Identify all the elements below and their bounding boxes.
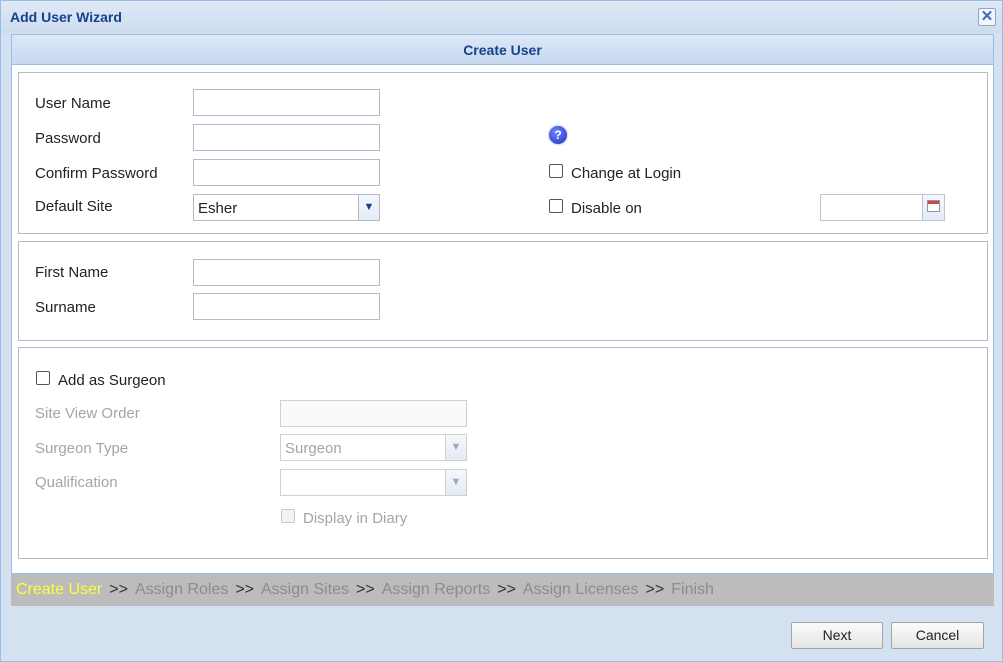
display-in-diary-checkbox[interactable]	[281, 509, 295, 523]
calendar-icon	[927, 200, 940, 212]
add-as-surgeon-checkbox[interactable]	[36, 371, 50, 385]
step-create-user[interactable]: Create User	[16, 581, 102, 598]
surgeon-fieldset: Add as Surgeon Site View Order Surgeon T…	[18, 347, 988, 559]
username-input[interactable]	[193, 89, 380, 116]
step-assign-licenses[interactable]: Assign Licenses	[523, 581, 639, 598]
password-input[interactable]	[193, 124, 380, 151]
step-separator: >>	[645, 581, 665, 598]
close-icon[interactable]: ✕	[978, 8, 996, 26]
surname-label: Surname	[35, 299, 96, 316]
first-name-input[interactable]	[193, 259, 380, 286]
surgeon-type-label: Surgeon Type	[35, 440, 129, 457]
qualification-select[interactable]: ▼	[280, 469, 467, 496]
step-assign-sites[interactable]: Assign Sites	[261, 581, 349, 598]
chevron-down-icon[interactable]: ▼	[358, 195, 379, 220]
username-label: User Name	[35, 95, 111, 112]
step-separator: >>	[109, 581, 128, 598]
site-view-order-label: Site View Order	[35, 405, 140, 422]
password-label: Password	[35, 130, 101, 147]
confirm-password-label: Confirm Password	[35, 165, 158, 182]
help-icon[interactable]: ?	[549, 126, 567, 144]
qualification-label: Qualification	[35, 474, 118, 491]
step-separator: >>	[235, 581, 254, 598]
add-user-wizard-window: Add User Wizard ✕ Create User User Name …	[0, 0, 1003, 662]
add-as-surgeon-label: Add as Surgeon	[58, 372, 166, 389]
title-bar[interactable]: Add User Wizard ✕	[1, 1, 1002, 33]
step-separator: >>	[356, 581, 375, 598]
disable-on-label: Disable on	[571, 200, 642, 217]
default-site-select[interactable]: Esher ▼	[193, 194, 380, 221]
name-fieldset: First Name Surname	[18, 241, 988, 341]
cancel-button[interactable]: Cancel	[891, 622, 984, 649]
step-finish[interactable]: Finish	[671, 581, 714, 598]
disable-on-date-field[interactable]	[820, 194, 945, 221]
first-name-label: First Name	[35, 264, 109, 281]
step-assign-roles[interactable]: Assign Roles	[135, 581, 228, 598]
calendar-trigger[interactable]	[922, 195, 944, 220]
default-site-label: Default Site	[35, 198, 113, 215]
disable-on-checkbox[interactable]	[549, 199, 563, 213]
change-at-login-checkbox[interactable]	[549, 164, 563, 178]
default-site-value: Esher	[198, 200, 238, 217]
site-view-order-input[interactable]	[280, 400, 467, 427]
change-at-login-label: Change at Login	[571, 165, 682, 182]
display-in-diary-label: Display in Diary	[303, 510, 408, 527]
window-title: Add User Wizard	[10, 9, 122, 25]
wizard-steps-bar: Create User >> Assign Roles >> Assign Sites >…	[11, 574, 994, 606]
panel-header: Create User	[12, 35, 993, 65]
step-assign-reports[interactable]: Assign Reports	[382, 581, 491, 598]
chevron-down-icon[interactable]: ▼	[445, 435, 466, 460]
surgeon-type-select[interactable]: Surgeon ▼	[280, 434, 467, 461]
chevron-down-icon[interactable]: ▼	[445, 470, 466, 495]
surname-input[interactable]	[193, 293, 380, 320]
step-separator: >>	[497, 581, 516, 598]
surgeon-type-value: Surgeon	[285, 440, 342, 457]
create-user-panel: Create User User Name Password ? Confirm…	[11, 34, 994, 574]
next-button[interactable]: Next	[791, 622, 883, 649]
confirm-password-input[interactable]	[193, 159, 380, 186]
credentials-fieldset: User Name Password ? Confirm Password Ch…	[18, 72, 988, 234]
